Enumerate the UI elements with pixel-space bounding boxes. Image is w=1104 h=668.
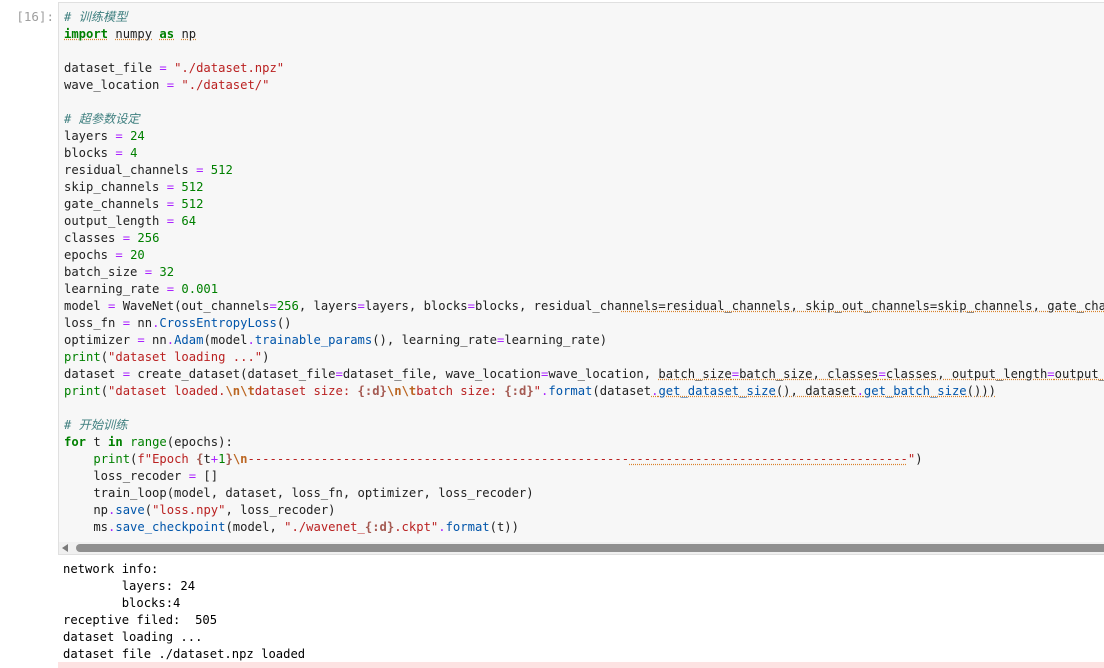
code-line: print(f"Epoch {t+1}\n-------------------… [93,452,923,466]
code-line: dataset = create_dataset(dataset_file=da… [64,367,1104,381]
code-line: epochs = 20 [64,248,145,262]
code-line: wave_location = "./dataset/" [64,78,270,92]
code-line: batch_size = 32 [64,265,175,279]
output-line: network info: [63,562,159,576]
code-line: skip_channels = 512 [64,180,204,194]
code-line: import numpy as np [64,27,197,41]
code-line: # 超参数设定 [64,112,140,126]
code-line: ms.save_checkpoint(model, "./wavenet_{:d… [64,520,519,534]
code-line: learning_rate = 0.001 [64,282,219,296]
code-line: loss_recoder = [] [64,469,219,483]
code-line: for t in range(epochs): [64,435,233,449]
scrollbar-thumb[interactable] [76,544,1104,552]
output-line: blocks:4 [63,596,181,610]
cell-output: network info: layers: 24 blocks:4 recepti… [63,561,305,663]
output-line: dataset file ./dataset.npz loaded [63,647,306,661]
code-line: optimizer = nn.Adam(model.trainable_para… [64,333,608,347]
code-line: blocks = 4 [64,146,138,160]
code-line: # 训练模型 [64,10,128,24]
code-editor[interactable]: # 训练模型 import numpy as np dataset_file = … [64,9,1104,536]
output-line: dataset loading ... [63,630,203,644]
code-line: classes = 256 [64,231,160,245]
code-cell-input[interactable]: # 训练模型 import numpy as np dataset_file = … [58,2,1104,555]
code-line: residual_channels = 512 [64,163,233,177]
code-line: gate_channels = 512 [64,197,204,211]
output-line: layers: 24 [63,579,196,593]
code-line: print("dataset loaded.\n\tdataset size: … [64,384,996,398]
code-line: loss_fn = nn.CrossEntropyLoss() [64,316,292,330]
output-line: receptive filed: 505 [63,613,218,627]
code-line: np.save("loss.npy", loss_recoder) [64,503,336,517]
code-line: layers = 24 [64,129,145,143]
stderr-output-area [58,662,1104,668]
code-line: # 开始训练 [64,418,128,432]
code-line: model = WaveNet(out_channels=256, layers… [64,299,1104,313]
scroll-left-icon[interactable] [62,544,68,552]
code-line: train_loop(model, dataset, loss_fn, opti… [64,486,534,500]
code-line: dataset_file = "./dataset.npz" [64,61,285,75]
code-line: output_length = 64 [64,214,197,228]
horizontal-scrollbar[interactable] [59,542,1104,554]
code-line: print("dataset loading ...") [64,350,270,364]
cell-prompt: [16]: [16,9,54,24]
